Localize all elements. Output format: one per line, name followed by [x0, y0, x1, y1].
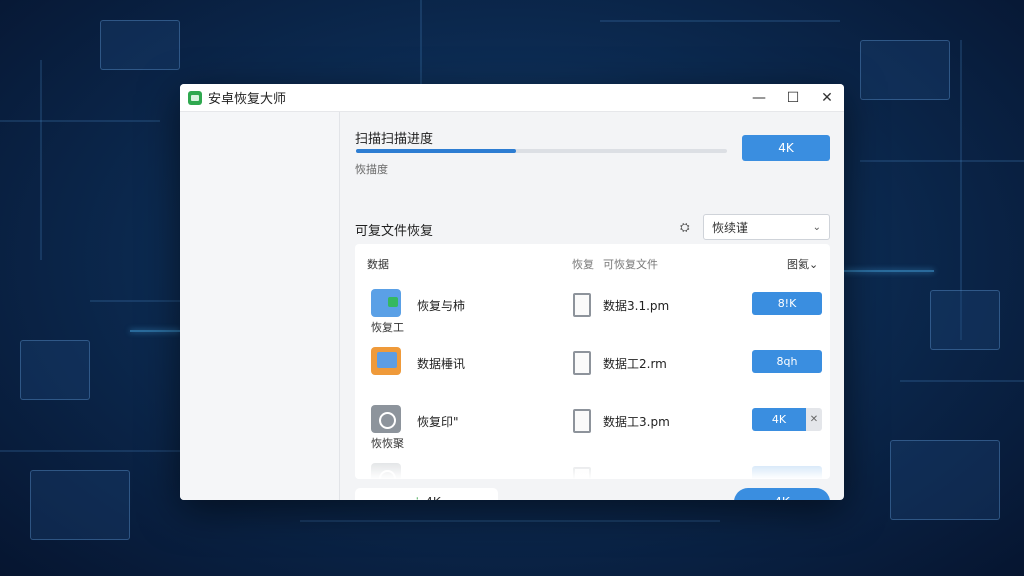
chevron-down-icon: ⌄: [812, 221, 821, 233]
document-icon: [573, 293, 591, 317]
recover-button[interactable]: 4K: [752, 408, 806, 431]
scan-progress-bar: [356, 149, 727, 153]
item-name: 恢复与柿: [417, 299, 466, 313]
column-header-recover: 恢复: [572, 258, 594, 271]
filter-icon[interactable]: ⛭: [680, 220, 690, 235]
item-name: 恢复印": [417, 415, 459, 429]
app-logo-icon: [188, 90, 202, 105]
column-header-files: 可恢复文件: [603, 258, 658, 271]
section-title: 可复文件恢复: [355, 224, 434, 239]
main-content: 扫描扫描进度 恢描度 4K 可复文件恢复 ⛭ 恢续谨 ⌄ 数据 恢复 可恢复文件…: [340, 112, 844, 500]
recover-button[interactable]: 8qh: [752, 350, 822, 373]
filter-dropdown[interactable]: 恢续谨 ⌄: [703, 214, 830, 240]
minimize-button[interactable]: —: [742, 84, 776, 112]
export-button-label: 4K: [425, 495, 441, 500]
column-header-sort[interactable]: 图氦⌄: [787, 256, 818, 272]
close-button[interactable]: ✕: [810, 84, 844, 112]
window-title: 安卓恢复大师: [208, 92, 287, 107]
file-list-panel: 数据 恢复 可恢复文件 图氦⌄ 恢复工 恢复与柿 数据3.1.pm 8!K 数据…: [355, 244, 830, 479]
filter-dropdown-value: 恢续谨: [712, 220, 749, 235]
item-name: 数据棰讯: [417, 357, 466, 371]
list-fade: [355, 455, 830, 479]
folder-icon: [371, 289, 401, 317]
item-file-name: 数据工3.pm: [603, 415, 670, 429]
download-arrow-icon: ⇣: [412, 495, 422, 500]
scan-status-text: 恢描度: [355, 163, 388, 176]
app-window: 安卓恢复大师 — ☐ ✕ 扫描扫描进度 恢描度 4K 可复文件恢复 ⛭ 恢续谨 …: [180, 84, 844, 500]
document-icon: [573, 351, 591, 375]
item-file-name: 数据3.1.pm: [603, 299, 670, 313]
list-item[interactable]: 恢复工 恢复与柿 数据3.1.pm 8!K: [355, 289, 830, 347]
dismiss-button[interactable]: ✕: [806, 408, 822, 431]
document-icon: [573, 409, 591, 433]
recover-all-button[interactable]: 4K: [734, 488, 830, 500]
list-item[interactable]: 数据棰讯 数据工2.rm 8qh: [355, 347, 830, 405]
export-button[interactable]: ⇣ 4K: [355, 488, 498, 500]
item-sublabel: 恢复工: [371, 321, 404, 334]
scan-action-button[interactable]: 4K: [742, 135, 830, 161]
sidebar: [180, 112, 340, 500]
item-file-name: 数据工2.rm: [603, 357, 667, 371]
recover-button[interactable]: 8!K: [752, 292, 822, 315]
scan-progress-title: 扫描扫描进度: [355, 132, 434, 147]
title-bar: 安卓恢复大师 — ☐ ✕: [180, 84, 844, 112]
maximize-button[interactable]: ☐: [776, 84, 810, 112]
clock-icon: [371, 405, 401, 433]
column-header-data: 数据: [367, 258, 389, 271]
item-sublabel: 恢恢聚: [371, 437, 404, 450]
book-icon: [371, 347, 401, 375]
scan-progress-fill: [356, 149, 516, 153]
